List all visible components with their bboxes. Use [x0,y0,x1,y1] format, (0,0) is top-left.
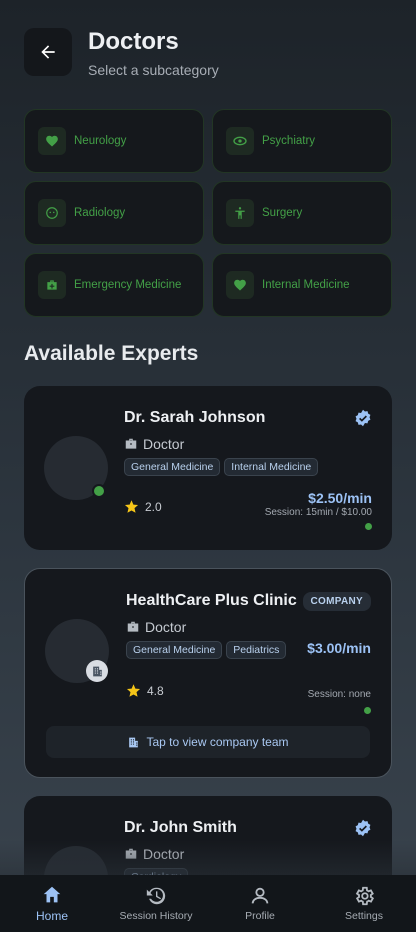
person-icon [251,887,269,904]
expert-role: Doctor [124,436,184,452]
price-per-minute: $2.50/min [308,490,372,506]
page-subtitle: Select a subcategory [88,62,219,78]
category-label: Radiology [74,207,126,219]
nav-label: Home [35,909,68,923]
briefcase-icon [125,848,137,859]
category-label: Emergency Medicine [74,279,182,291]
session-info: Session: 15min / $10.00 [264,507,372,518]
company-name: HealthCare Plus Clinic [126,592,297,609]
heart-icon [226,271,254,299]
specialty-tags: General Medicine Internal Medicine [124,458,319,476]
building-icon [86,660,108,682]
face-icon [38,199,66,227]
home-icon [43,886,61,903]
category-label: Internal Medicine [262,279,350,291]
category-internal-medicine[interactable]: Internal Medicine [212,253,392,317]
eye-icon [226,127,254,155]
session-info: Session: none [307,689,371,700]
subcategory-grid: Neurology Psychiatry Radiology Surgery E… [24,109,392,317]
nav-profile[interactable]: Profile [208,875,312,932]
role-label: Doctor [143,436,185,452]
category-psychiatry[interactable]: Psychiatry [212,109,392,173]
expert-name: Dr. Sarah Johnson [124,409,266,426]
category-label: Surgery [262,207,303,219]
briefcase-icon [127,621,139,632]
rating-value: 4.8 [147,683,164,698]
arrow-left-icon [41,45,55,59]
nav-label: Settings [345,910,383,922]
role-label: Doctor [145,619,187,635]
accessibility-icon [226,199,254,227]
verified-icon [355,409,371,427]
back-button[interactable] [24,28,72,76]
category-radiology[interactable]: Radiology [24,181,204,245]
category-label: Neurology [74,135,127,147]
category-neurology[interactable]: Neurology [24,109,204,173]
category-label: Psychiatry [262,135,316,147]
star-icon [126,684,141,697]
rating: 4.8 [126,683,164,698]
nav-session-history[interactable]: Session History [104,875,208,932]
expert-card[interactable]: Dr. Sarah Johnson Doctor General Medicin… [24,386,392,550]
nav-home[interactable]: Home [0,875,104,932]
nav-label: Session History [119,910,193,922]
availability-dot [365,523,372,530]
price-per-minute: $3.00/min [307,640,371,656]
team-button-label: Tap to view company team [146,735,289,749]
building-icon [129,737,139,747]
company-card[interactable]: HealthCare Plus Clinic COMPANY Doctor Ge… [24,568,392,778]
nav-label: Profile [245,910,275,922]
page-title: Doctors [88,28,179,55]
role-label: Doctor [143,846,185,862]
gear-icon [355,886,375,906]
history-icon [146,887,166,905]
company-badge: COMPANY [302,592,371,611]
verified-icon [355,819,371,837]
section-title: Available Experts [24,342,199,365]
rating: 2.0 [124,499,162,514]
medical-kit-icon [38,271,66,299]
page-header: Doctors Select a subcategory [24,28,392,78]
rating-value: 2.0 [145,499,162,514]
expert-name: Dr. John Smith [124,819,237,836]
specialty-tags: General Medicine Pediatrics [126,641,287,659]
category-surgery[interactable]: Surgery [212,181,392,245]
heart-icon [38,127,66,155]
specialty-tag: Pediatrics [226,641,287,659]
expert-role: Doctor [126,619,186,635]
specialty-tag: General Medicine [126,641,223,659]
availability-dot [364,707,371,714]
category-emergency-medicine[interactable]: Emergency Medicine [24,253,204,317]
nav-settings[interactable]: Settings [312,875,416,932]
view-company-team-button[interactable]: Tap to view company team [46,726,370,758]
briefcase-icon [125,438,137,449]
specialty-tag: General Medicine [124,458,221,476]
bottom-navigation: Home Session History Profile Settings [0,875,416,932]
star-icon [124,500,139,513]
online-status-dot [92,484,106,498]
expert-role: Doctor [124,846,184,862]
specialty-tag: Internal Medicine [224,458,319,476]
